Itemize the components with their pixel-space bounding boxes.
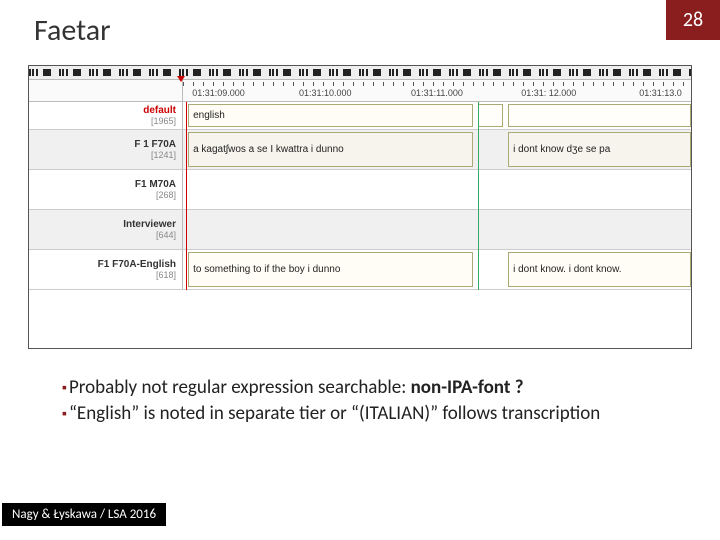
segment-divider <box>478 102 479 290</box>
bullet-icon: ▪ <box>62 379 67 398</box>
tier-label[interactable]: F1 M70A [268] <box>29 170 183 209</box>
bullet-text-part: Probably not regular expression searchab… <box>69 376 411 399</box>
tier-row-default[interactable]: default [1965] english <box>29 102 691 130</box>
time-label: 01:31:11.000 <box>411 88 463 98</box>
bullet-text-bold: non-IPA-font ? <box>411 376 524 399</box>
annotation-segment[interactable]: to something to if the boy i dunno <box>188 252 472 287</box>
tier-row-f1f70a-english[interactable]: F1 F70A-English [618] to something to if… <box>29 250 691 290</box>
tier-content[interactable] <box>183 210 691 249</box>
bullet-text: “English” is noted in separate tier or “… <box>69 401 670 427</box>
page-title: Faetar <box>34 12 111 49</box>
tier-label[interactable]: F1 F70A-English [618] <box>29 250 183 289</box>
annotation-segment[interactable]: a kagatʃwos a se I kwattra i dunno <box>188 132 472 167</box>
tier-name: Interviewer <box>123 219 176 230</box>
time-label: 01:31:10.000 <box>299 88 352 98</box>
tier-name: default <box>143 105 176 116</box>
tier-count: [268] <box>156 190 176 200</box>
tier-count: [1241] <box>151 150 176 160</box>
tier-count: [618] <box>156 270 176 280</box>
annotation-segment[interactable]: i dont know. i dont know. <box>508 252 691 287</box>
tier-count: [644] <box>156 230 176 240</box>
tier-row-f1m70a[interactable]: F1 M70A [268] <box>29 170 691 210</box>
ruler-ticks[interactable]: 01:31:09.000 01:31:10.000 01:31:11.000 0… <box>183 80 691 101</box>
bullet-item: ▪ Probably not regular expression search… <box>62 375 670 401</box>
slide-header: Faetar 28 <box>0 0 720 65</box>
tier-name: F 1 F70A <box>134 139 176 150</box>
tier-name: F1 M70A <box>135 179 176 190</box>
elan-screenshot: 01:31:09.000 01:31:10.000 01:31:11.000 0… <box>28 65 692 349</box>
footer-citation: Nagy & Łyskawa / LSA 2016 <box>2 503 166 526</box>
tier-count: [1965] <box>151 116 176 126</box>
tier-content[interactable]: a kagatʃwos a se I kwattra i dunno i don… <box>183 130 691 169</box>
time-label: 01:31:09.000 <box>192 88 245 98</box>
bullet-text: Probably not regular expression searchab… <box>69 375 670 401</box>
annotation-segment[interactable] <box>478 104 503 127</box>
annotation-segment[interactable] <box>508 104 691 127</box>
bullet-item: ▪ “English” is noted in separate tier or… <box>62 401 670 427</box>
time-ruler[interactable]: 01:31:09.000 01:31:10.000 01:31:11.000 0… <box>29 80 691 102</box>
playhead-line[interactable] <box>186 102 187 290</box>
annotation-segment[interactable]: english <box>188 104 472 127</box>
bullet-icon: ▪ <box>62 405 67 424</box>
tier-row-f1f70a[interactable]: F 1 F70A [1241] a kagatʃwos a se I kwatt… <box>29 130 691 170</box>
time-label: 01:31: 12.000 <box>521 88 576 98</box>
tier-content[interactable]: to something to if the boy i dunno i don… <box>183 250 691 289</box>
tier-name: F1 F70A-English <box>98 259 176 270</box>
tier-content[interactable]: english <box>183 102 691 129</box>
page-number: 28 <box>666 0 720 40</box>
tier-row-interviewer[interactable]: Interviewer [644] <box>29 210 691 250</box>
tier-label[interactable]: default [1965] <box>29 102 183 129</box>
waveform-strip <box>29 66 691 80</box>
tier-label[interactable]: Interviewer [644] <box>29 210 183 249</box>
tier-content[interactable] <box>183 170 691 209</box>
time-label: 01:31:13.0 <box>639 88 682 98</box>
tier-label[interactable]: F 1 F70A [1241] <box>29 130 183 169</box>
ruler-label-col <box>29 80 183 101</box>
annotation-segment[interactable]: i dont know dʒe se pa <box>508 132 691 167</box>
bullet-list: ▪ Probably not regular expression search… <box>62 375 670 426</box>
